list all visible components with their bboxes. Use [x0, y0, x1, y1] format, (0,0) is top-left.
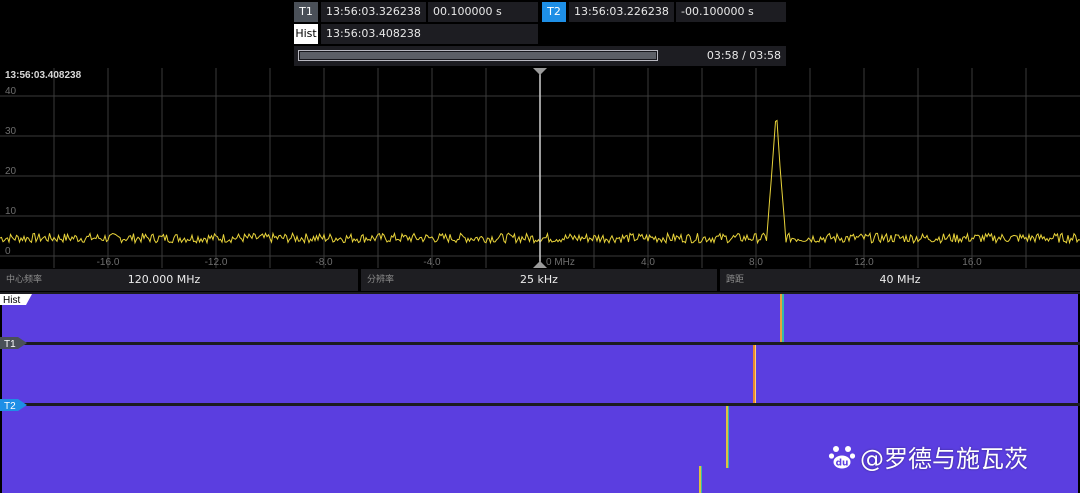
playback-time: 03:58 / 03:58	[706, 49, 781, 62]
center-freq-value: 120.000 MHz	[127, 273, 201, 286]
hist-tag[interactable]: Hist	[294, 24, 318, 44]
span-field[interactable]: 跨距 40 MHz	[720, 269, 1080, 291]
x-tick-label: 4.0	[641, 257, 655, 268]
x-tick-label: 0 MHz	[546, 257, 575, 268]
playback-slider[interactable]	[298, 50, 658, 61]
y-tick-label: 30	[5, 126, 17, 137]
spectrum-timestamp: 13:56:03.408238	[5, 70, 82, 81]
watermark: du @罗德与施瓦茨	[828, 438, 1028, 474]
y-tick-label: 10	[5, 206, 17, 217]
spectrum-plot[interactable]: 0 10 20 30 40 -16.0 -12.0 -8.0 -4.0 0 MHz 4.0 8.0 12…	[0, 68, 1080, 268]
t1-time-field[interactable]: 13:56:03.326238	[321, 2, 426, 22]
spectrum-svg: 0 10 20 30 40 -16.0 -12.0 -8.0 -4.0 0 MHz 4.0 8.0 12…	[0, 68, 1080, 268]
resolution-value: 25 kHz	[520, 273, 558, 286]
x-tick-label: -12.0	[205, 257, 228, 268]
t2-time-field[interactable]: 13:56:03.226238	[569, 2, 674, 22]
t1-separator	[0, 342, 1080, 345]
t1-offset-field[interactable]: 00.100000 s	[428, 2, 538, 22]
t2-tag[interactable]: T2	[542, 2, 566, 22]
watermark-text: @罗德与施瓦茨	[860, 444, 1028, 473]
t2-separator	[0, 403, 1080, 406]
hist-waterfall-label: Hist	[3, 295, 20, 306]
y-tick-label: 20	[5, 166, 17, 177]
y-tick-label: 40	[5, 86, 17, 97]
x-tick-label: 16.0	[962, 257, 982, 268]
x-tick-label: 8.0	[749, 257, 763, 268]
waterfall-tags: Hist T1 T2	[0, 292, 1080, 412]
t2-waterfall-label: T2	[4, 401, 16, 412]
resolution-field[interactable]: 分辨率 25 kHz	[361, 269, 717, 291]
t2-offset-field[interactable]: -00.100000 s	[676, 2, 786, 22]
hist-separator	[0, 292, 1080, 294]
playback-bar: 03:58 / 03:58	[294, 46, 786, 66]
svg-text:du: du	[836, 459, 849, 469]
x-tick-label: -8.0	[315, 257, 333, 268]
x-tick-label: -4.0	[423, 257, 441, 268]
t1-waterfall-label: T1	[4, 339, 16, 350]
parameter-strip: 中心频率 120.000 MHz 分辨率 25 kHz 跨距 40 MHz	[0, 269, 1080, 291]
y-tick-label: 0	[5, 246, 11, 257]
playback-fill	[300, 52, 656, 59]
t1-tag[interactable]: T1	[294, 2, 318, 22]
paw-logo-icon: du	[828, 446, 856, 469]
x-tick-label: 12.0	[854, 257, 874, 268]
t2-signal-line-d	[701, 466, 702, 493]
center-freq-field[interactable]: 中心频率 120.000 MHz	[0, 269, 358, 291]
t2-signal-line-b	[728, 406, 729, 468]
x-tick-label: -16.0	[97, 257, 120, 268]
cursor-control-bar: T1 13:56:03.326238 00.100000 s T2 13:56:…	[0, 0, 1080, 68]
span-value: 40 MHz	[879, 273, 921, 286]
hist-time-field[interactable]: 13:56:03.408238	[321, 24, 538, 44]
